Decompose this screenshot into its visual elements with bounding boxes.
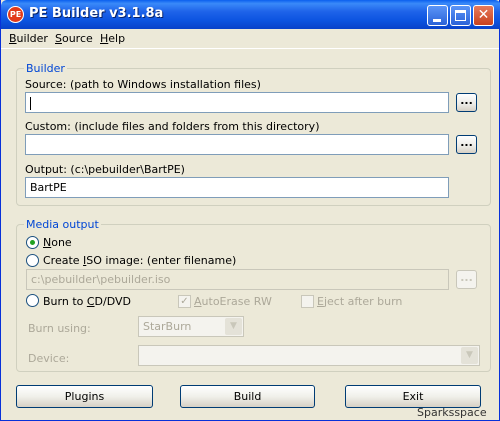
custom-browse-button[interactable]: ... xyxy=(456,135,477,154)
autoerase-label-rest: utoErase RW xyxy=(201,295,272,308)
source-browse-button[interactable]: ... xyxy=(456,93,477,112)
build-button[interactable]: Build xyxy=(180,385,315,408)
chevron-down-icon: ▼ xyxy=(461,347,478,364)
burn-radio[interactable] xyxy=(26,294,39,307)
autoerase-checkbox[interactable]: ✓ xyxy=(178,295,191,308)
builder-group-label: Builder xyxy=(24,62,67,75)
burn-using-label: Burn using: xyxy=(28,322,91,335)
none-radio[interactable] xyxy=(26,236,39,249)
eject-checkbox[interactable] xyxy=(301,295,314,308)
minimize-icon xyxy=(433,19,441,22)
title-bar[interactable]: PE PE Builder v3.1.8a ✕ xyxy=(1,0,500,29)
device-label: Device: xyxy=(28,352,70,365)
chevron-down-icon: ▼ xyxy=(225,318,242,335)
maximize-icon xyxy=(455,10,466,21)
menu-source-label: ource xyxy=(61,32,93,45)
iso-label-post: SO image: (enter filename) xyxy=(86,254,237,267)
source-input[interactable] xyxy=(25,92,449,113)
iso-radio[interactable] xyxy=(26,254,39,267)
menu-builder[interactable]: Builder xyxy=(9,32,48,45)
eject-label-rest: ject after burn xyxy=(323,295,403,308)
pe-builder-window: PE PE Builder v3.1.8a ✕ Builder Source H… xyxy=(0,0,500,421)
none-label[interactable]: None xyxy=(43,236,72,249)
iso-label-pre: Create xyxy=(43,254,84,267)
menu-source[interactable]: Source xyxy=(55,32,93,45)
burn-using-value: StarBurn xyxy=(143,320,192,333)
autoerase-accel: A xyxy=(194,295,202,308)
burn-using-select[interactable]: StarBurn ▼ xyxy=(138,316,244,337)
close-button[interactable]: ✕ xyxy=(473,5,494,26)
menu-help[interactable]: Help xyxy=(100,32,125,45)
iso-label[interactable]: Create ISO image: (enter filename) xyxy=(43,254,236,267)
close-icon: ✕ xyxy=(477,7,490,23)
watermark-text: Sparksspace xyxy=(417,406,487,419)
output-label: Output: (c:\pebuilder\BartPE) xyxy=(25,163,185,176)
none-accel: N xyxy=(43,236,52,249)
source-label: Source: (path to Windows installation fi… xyxy=(25,78,261,91)
plugins-button[interactable]: Plugins xyxy=(16,385,153,408)
menu-bar: Builder Source Help xyxy=(1,29,499,49)
custom-label: Custom: (include files and folders from … xyxy=(25,120,320,133)
iso-browse-button[interactable]: ... xyxy=(456,270,477,289)
none-label-rest: one xyxy=(51,236,72,249)
text-caret xyxy=(30,96,31,110)
maximize-button[interactable] xyxy=(450,5,471,26)
burn-label[interactable]: Burn to CD/DVD xyxy=(43,295,131,308)
media-output-group-label: Media output xyxy=(24,218,101,231)
menu-builder-label: uilder xyxy=(16,32,48,45)
app-icon: PE xyxy=(7,6,24,23)
menu-builder-accel: B xyxy=(9,32,17,45)
output-input[interactable]: BartPE xyxy=(25,177,449,198)
menu-help-label: elp xyxy=(108,32,126,45)
exit-button[interactable]: Exit xyxy=(345,385,481,408)
burn-accel: C xyxy=(86,295,95,308)
iso-filename-input[interactable]: c:\pebuilder\pebuilder.iso xyxy=(26,269,449,290)
custom-input[interactable] xyxy=(25,134,449,155)
window-title: PE Builder v3.1.8a xyxy=(29,6,164,21)
burn-label-pre: Burn to xyxy=(43,295,87,308)
device-select[interactable]: ▼ xyxy=(138,345,480,366)
minimize-button[interactable] xyxy=(427,5,448,26)
eject-accel: E xyxy=(317,295,324,308)
burn-label-post: D/DVD xyxy=(94,295,131,308)
eject-label[interactable]: Eject after burn xyxy=(317,295,402,308)
menu-source-accel: S xyxy=(55,32,62,45)
autoerase-label[interactable]: AutoErase RW xyxy=(194,295,272,308)
